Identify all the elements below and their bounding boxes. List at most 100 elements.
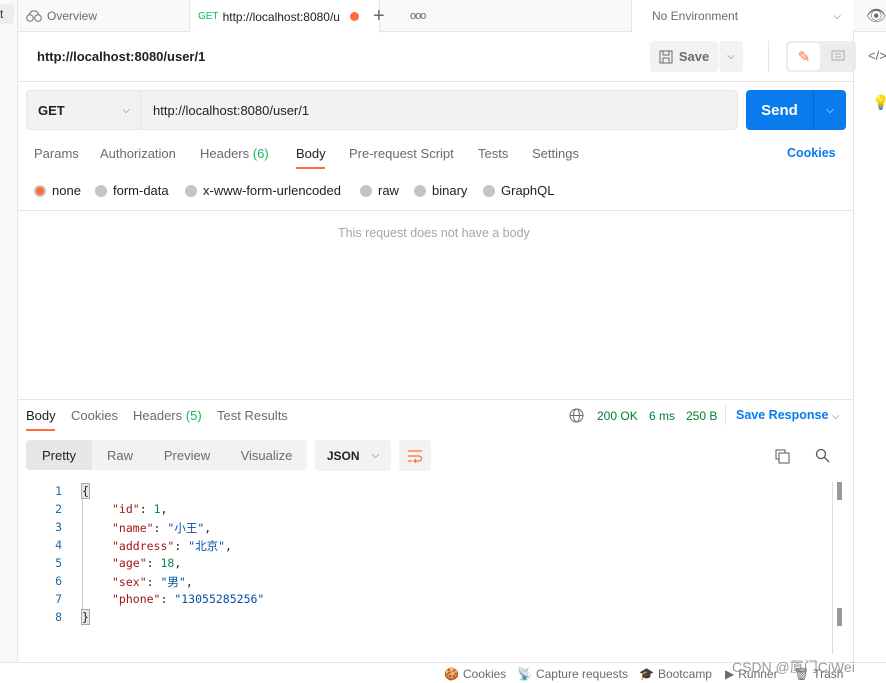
view-visualize[interactable]: Visualize [226, 440, 307, 470]
response-tab-cookies[interactable]: Cookies [71, 408, 118, 423]
line-number: 5 [55, 556, 62, 570]
radio-icon [483, 184, 495, 197]
tab-params[interactable]: Params [34, 146, 79, 161]
save-label: Save [678, 49, 710, 64]
cookies-link[interactable]: Cookies [787, 146, 836, 160]
response-tab-headers[interactable]: Headers (5) [133, 408, 202, 423]
format-label: JSON [326, 448, 360, 463]
label: Capture requests [535, 667, 629, 681]
scrollbar-thumb[interactable] [837, 482, 842, 500]
watermark: CSDN @厦门CiWei [732, 659, 855, 675]
response-tab-test-results[interactable]: Test Results [217, 408, 288, 423]
save-button[interactable]: Save [650, 41, 718, 72]
chevron-down-icon: ⌵ [831, 411, 840, 422]
tab-tests[interactable]: Tests [478, 146, 508, 161]
lightbulb-icon[interactable]: 💡 [872, 94, 886, 111]
edit-pencil-icon[interactable]: ✎ [788, 43, 820, 70]
line-number: 6 [55, 574, 62, 588]
headers-count: (6) [252, 146, 269, 161]
headers-count: (5) [185, 408, 202, 423]
response-size[interactable]: 250 B [686, 409, 717, 423]
radio-x-www-form-urlencoded[interactable]: x-www-form-urlencoded [185, 183, 341, 198]
send-label: Send [761, 101, 798, 119]
radio-label: GraphQL [501, 183, 555, 198]
tab-overview[interactable]: Overview [18, 0, 190, 32]
view-raw[interactable]: Raw [92, 440, 148, 470]
view-preview[interactable]: Preview [148, 440, 226, 470]
response-time[interactable]: 6 ms [649, 409, 675, 423]
tab-label: Headers [133, 408, 183, 423]
divider [725, 405, 726, 425]
save-response-button[interactable]: Save Response ⌵ [736, 408, 840, 422]
save-response-label: Save Response [736, 408, 829, 422]
tab-authorization[interactable]: Authorization [100, 146, 176, 161]
label: Cookies [462, 667, 507, 681]
scrollbar-track[interactable] [832, 482, 833, 654]
scrollbar-thumb[interactable] [837, 608, 842, 626]
cookies-button[interactable]: 🍪 Cookies [444, 667, 506, 681]
eye-icon[interactable]: 👁 [866, 6, 886, 26]
radio-label: none [52, 183, 81, 198]
response-tab-body[interactable]: Body [26, 408, 56, 423]
globe-icon[interactable] [569, 408, 584, 423]
label: Bootcamp [657, 667, 712, 681]
empty-body-message: This request does not have a body [338, 226, 530, 240]
radio-binary[interactable]: binary [414, 183, 467, 198]
status-code[interactable]: 200 OK [597, 409, 638, 423]
radio-icon [360, 184, 372, 197]
wrap-lines-icon[interactable] [399, 440, 431, 471]
radio-form-data[interactable]: form-data [95, 183, 169, 198]
pane-divider[interactable] [18, 399, 853, 400]
radio-label: raw [378, 183, 399, 198]
more-tabs-icon[interactable]: ooo [410, 0, 426, 32]
radio-graphql[interactable]: GraphQL [483, 183, 554, 198]
send-button[interactable]: Send ⌵ [746, 90, 846, 130]
search-icon[interactable] [815, 448, 830, 463]
radio-none[interactable]: none [34, 183, 81, 198]
tab-request[interactable]: GET http://localhost:8080/u [190, 0, 380, 33]
send-dropdown-chevron-icon[interactable]: ⌵ [814, 105, 846, 116]
request-header: http://localhost:8080/user/1 Save ⌵ ✎ [18, 32, 856, 82]
capture-requests-button[interactable]: 📡 Capture requests [517, 667, 628, 681]
environment-label: No Environment [652, 9, 739, 23]
comment-icon[interactable] [822, 43, 854, 70]
line-number: 8 [55, 610, 62, 624]
tab-body[interactable]: Body [296, 146, 326, 161]
tab-pre-request-script[interactable]: Pre-request Script [349, 146, 454, 161]
view-pretty[interactable]: Pretty [26, 440, 92, 470]
new-tab-plus-icon[interactable]: + [373, 0, 385, 32]
radio-label: binary [432, 183, 468, 198]
request-title: http://localhost:8080/user/1 [37, 49, 206, 64]
url-input[interactable] [141, 90, 738, 130]
radio-label: form-data [113, 183, 169, 198]
radio-raw[interactable]: raw [360, 183, 399, 198]
response-view-tabs: Pretty Raw Preview Visualize [26, 440, 307, 470]
line-number: 7 [55, 592, 62, 606]
code-icon[interactable]: </> [868, 48, 886, 63]
right-sidebar: </> 💡 [853, 32, 886, 662]
save-dropdown-button[interactable]: ⌵ [719, 41, 743, 72]
overview-icon [26, 10, 42, 22]
tab-label: Headers [200, 146, 250, 161]
tab-method: GET [198, 11, 219, 22]
chevron-down-icon: ⌵ [833, 10, 841, 22]
cookie-icon: 🍪 [444, 667, 459, 681]
sidebar-collapsed-item[interactable]: t [0, 4, 14, 24]
tab-headers[interactable]: Headers (6) [200, 146, 269, 161]
active-tab-underline [296, 167, 325, 169]
radio-icon [95, 184, 107, 197]
active-tab-underline [26, 429, 55, 431]
environment-select[interactable]: No Environment ⌵ [631, 0, 853, 32]
radio-selected-icon [34, 184, 46, 197]
format-select[interactable]: JSON ⌵ [315, 440, 391, 471]
left-sidebar: t [0, 0, 18, 662]
save-icon [659, 50, 673, 63]
radio-icon [414, 184, 426, 197]
tab-settings[interactable]: Settings [532, 146, 579, 161]
status-bar: 🍪 Cookies 📡 Capture requests 🎓 Bootcamp ▶ Ru… [0, 659, 886, 683]
bootcamp-button[interactable]: 🎓 Bootcamp [639, 667, 712, 681]
copy-icon[interactable] [775, 449, 790, 464]
graduation-cap-icon: 🎓 [639, 667, 654, 681]
line-number: 4 [55, 538, 62, 552]
method-select[interactable]: GET ⌵ [26, 90, 141, 130]
